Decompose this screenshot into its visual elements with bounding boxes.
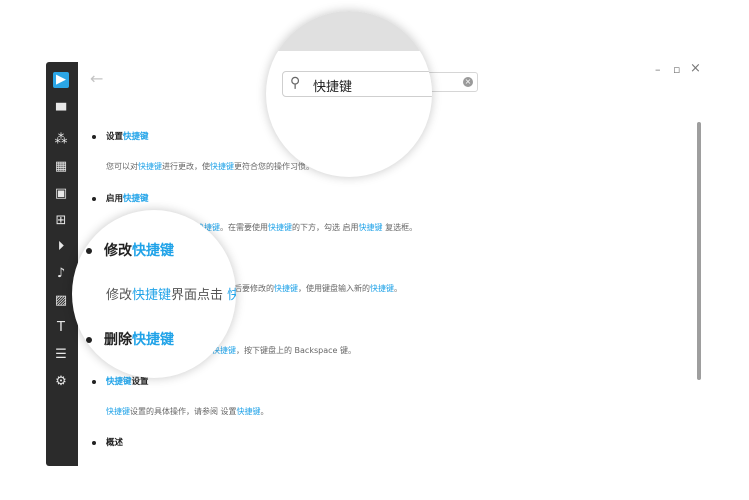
section-overview[interactable]: 概述	[92, 436, 123, 448]
sidebar: ▶ ▀ ⁂ ▦ ▣ ⊞ ⏵ ♪ ▨ T ☰ ⚙	[46, 62, 78, 466]
back-arrow-icon[interactable]: ←	[90, 69, 103, 88]
audio-icon[interactable]: ♪	[53, 266, 69, 282]
bullet	[92, 196, 96, 201]
magnified-modify-text: 修改快捷键界面点击 快	[106, 288, 236, 303]
search-magnifier: ⚲ 快捷键	[266, 11, 432, 177]
bullet	[92, 440, 96, 445]
search-icon: ⚲	[290, 75, 301, 91]
gear-icon[interactable]: ⚙	[53, 374, 69, 390]
section-delete-shortcut-text: 快捷键，按下键盘上的 Backspace 键。	[212, 346, 356, 355]
clear-search-icon[interactable]: ×	[463, 77, 473, 87]
section-modify-shortcut-text: 后要修改的快捷键，使用键盘输入新的快捷键。	[234, 284, 402, 293]
magnified-titlebar	[266, 11, 432, 51]
content-magnifier: 修改快捷键 修改快捷键界面点击 快 删除快捷键	[72, 210, 236, 378]
section-enable-shortcut[interactable]: 启用快捷键	[92, 192, 149, 204]
maximize-button[interactable]: ▫	[673, 63, 680, 76]
bullet	[92, 379, 96, 384]
magnified-delete-shortcut: 删除快捷键	[86, 329, 174, 349]
image-icon[interactable]: ▨	[53, 293, 69, 309]
media-clip-icon[interactable]: ▣	[53, 186, 69, 202]
bullet	[86, 248, 92, 254]
close-button[interactable]: ×	[690, 61, 701, 76]
list-icon[interactable]: ☰	[53, 347, 69, 363]
effects-icon[interactable]: ⁂	[53, 132, 69, 148]
minimize-button[interactable]: –	[655, 63, 661, 76]
section-set-shortcut-text: 您可以对快捷键进行更改，使快捷键更符合您的操作习惯。	[106, 162, 314, 171]
section-enable-shortcut-text: 快捷键。在需要使用快捷键的下方，勾选 启用快捷键 复选框。	[196, 223, 418, 232]
magnified-search-input: ⚲ 快捷键	[282, 71, 432, 97]
add-clip-icon[interactable]: ⊞	[53, 213, 69, 229]
text-title-icon[interactable]: ▀	[53, 104, 69, 120]
magnified-search-value: 快捷键	[313, 80, 353, 95]
text-icon[interactable]: T	[53, 320, 69, 336]
magnified-modify-shortcut: 修改快捷键	[86, 240, 174, 260]
scrollbar[interactable]	[697, 122, 701, 380]
section-set-shortcut[interactable]: 设置快捷键	[92, 130, 149, 142]
bullet	[86, 337, 92, 343]
section-shortcut-settings-text: 快捷键设置的具体操作，请参阅 设置快捷键。	[106, 407, 269, 416]
play-icon[interactable]: ⏵	[53, 239, 69, 255]
app-logo-icon[interactable]: ▶	[53, 72, 69, 88]
bullet	[92, 134, 96, 139]
film-icon[interactable]: ▦	[53, 159, 69, 175]
